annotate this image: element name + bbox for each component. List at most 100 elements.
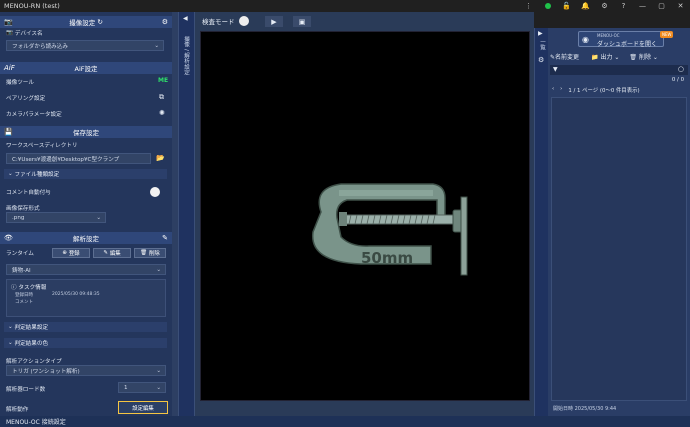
prev-page-icon[interactable]: ‹ [552, 86, 554, 94]
gear-icon[interactable]: ⚙ [538, 56, 544, 64]
save-icon: 💾 [4, 128, 13, 136]
settings-edit-button[interactable]: 設定編集 [118, 401, 168, 414]
dashboard-button[interactable]: ◉ MENOU-OC ダッシュボードを開く [578, 31, 664, 48]
image-format-select[interactable]: .png ⌄ [6, 212, 106, 223]
save-section-header: 💾 保存設定 [0, 126, 172, 138]
menu-icon[interactable]: ⋮ [519, 0, 538, 12]
oc-connection-row[interactable]: MENOU-OC 接続設定 [0, 415, 172, 427]
vertical-tab-label[interactable]: 撮像 / 解析設定 [182, 36, 190, 75]
aif-row-capture-tool[interactable]: 撮像ツール [6, 78, 34, 86]
filter-icon[interactable]: ▼ [553, 66, 558, 73]
chevron-down-icon: ⌄ [154, 42, 159, 49]
image-format-label: 画像保存形式 [6, 206, 40, 212]
mode-label: 検査モード [202, 18, 235, 26]
rename-button[interactable]: ✎名前変更 [550, 52, 579, 61]
capture-section-header: 📷 撮像設定 ↻ ⚙ [0, 16, 172, 28]
filter-bar[interactable]: ▼ ○ [550, 65, 688, 75]
workspace-field[interactable]: C:¥Users¥渡邊創¥Desktop¥C型クランプ [6, 153, 151, 164]
search-icon[interactable]: ○ [678, 65, 684, 73]
next-page-icon[interactable]: › [560, 86, 562, 94]
folder-icon: 📁 [591, 54, 599, 61]
maximize-icon[interactable]: ▢ [652, 0, 671, 12]
device-select[interactable]: フォルダから読み込み ⌄ [6, 40, 164, 51]
chevron-down-icon: ⌄ [156, 367, 161, 374]
refresh-icon[interactable]: ↻ [97, 18, 102, 26]
result-list[interactable] [551, 97, 687, 401]
minimize-icon[interactable]: — [633, 0, 652, 12]
trash-icon: 🗑 [140, 250, 148, 256]
pencil-icon: ✎ [103, 250, 108, 256]
title-bar: MENOU-RN (test) ⋮ 🔓 🔔 ⚙ ? — ▢ ✕ [0, 0, 690, 12]
runtime-label: ランタイム [6, 251, 34, 257]
start-date: 開始日時 2025/05/30 9:44 [553, 406, 617, 412]
me-badge: ME [158, 77, 169, 84]
new-badge: NEW [660, 31, 674, 38]
eye-icon: ◉ [582, 35, 589, 44]
edit-icon[interactable]: ✎ [162, 234, 168, 242]
loader-count-label: 解析器ロード数 [6, 387, 46, 393]
bell-icon[interactable]: 🔔 [576, 0, 595, 12]
clamp-size-text: 50mm [361, 249, 413, 267]
model-select[interactable]: 鋳物-AI ⌄ [6, 264, 166, 275]
left-collapse-strip[interactable]: ◀ 撮像 / 解析設定 [178, 12, 195, 416]
device-label-row: 📷 デバイス名 [6, 30, 43, 37]
pager: ‹ › 1 / 1 ページ (0〜0 件目表示) [552, 86, 640, 94]
loader-count-select[interactable]: 1 ⌄ [118, 382, 166, 393]
comment-auto-toggle[interactable] [150, 187, 160, 197]
collapse-left-icon[interactable]: ◀ [183, 15, 188, 22]
chevron-down-icon: ⌄ [8, 171, 13, 177]
chevron-down-icon: ⌄ [96, 214, 101, 221]
item-count: 0 / 0 [671, 77, 684, 83]
result-color-subheader[interactable]: ⌄ 判定結果の色 [4, 338, 167, 348]
app-title: MENOU-RN (test) [4, 2, 60, 10]
result-settings-subheader[interactable]: ⌄ 判定結果設定 [4, 322, 167, 332]
lock-icon[interactable]: 🔓 [557, 0, 576, 12]
image-canvas[interactable]: 50mm [200, 31, 530, 401]
gear-icon[interactable]: ⚙ [162, 18, 168, 26]
output-button[interactable]: 📁 出力 ⌄ [591, 52, 619, 61]
right-panel: ◉ MENOU-OC ダッシュボードを開く NEW ✎名前変更 📁 出力 ⌄ 🗑… [548, 28, 690, 416]
video-icon[interactable]: ▶ [265, 16, 283, 27]
chevron-down-icon: ⌄ [8, 340, 13, 346]
chevron-down-icon: ⌄ [156, 384, 161, 391]
viewer-toolbar: 検査モード ▶ ▣ [195, 12, 534, 30]
title-bar-icons: ⋮ 🔓 🔔 ⚙ ? — ▢ ✕ [519, 0, 690, 12]
info-icon: ⓘ [11, 285, 17, 291]
camera-params-icon[interactable]: ✺ [159, 109, 165, 117]
collapse-right-icon[interactable]: ▶ [538, 30, 543, 37]
delete-button[interactable]: 🗑 削除 [134, 248, 166, 258]
comment-auto-label: コメント自動付与 [6, 190, 51, 196]
trash-icon: 🗑 [629, 54, 638, 61]
eye-icon: 👁 [4, 234, 13, 242]
workspace-label: ワークスペースディレクトリ [6, 143, 78, 149]
camera-small-icon: 📷 [6, 30, 13, 36]
file-type-subheader[interactable]: ⌄ ファイル種類設定 [4, 169, 167, 179]
action-type-select[interactable]: トリガ (ワンショット解析) ⌄ [6, 365, 166, 376]
chevron-down-icon: ⌄ [156, 266, 161, 273]
right-collapse-strip[interactable]: ▶ 一覧 ⚙ [534, 28, 548, 416]
analysis-section-header: 👁 解析設定 ✎ [0, 232, 172, 244]
left-panel: 📷 撮像設定 ↻ ⚙ 📷 デバイス名 フォルダから読み込み ⌄ AiF AiF設… [0, 12, 172, 426]
chevron-down-icon: ⌄ [8, 324, 13, 330]
delete-button[interactable]: 🗑 削除 ⌄ [629, 52, 658, 61]
folder-icon[interactable]: 📂 [156, 154, 165, 162]
mode-toggle[interactable] [238, 16, 249, 26]
run-label: 解析動作 [6, 407, 29, 413]
status-icon [538, 0, 557, 12]
task-info-box: ⓘ タスク情報 登録日時 2025/05/30 09:48:35 コメント [6, 279, 166, 317]
camera-icon: 📷 [4, 18, 13, 26]
close-icon[interactable]: ✕ [671, 0, 690, 12]
register-button[interactable]: ⊕ 登録 [52, 248, 90, 258]
aif-row-camera-params[interactable]: カメラパラメータ設定 [6, 110, 62, 118]
plus-icon: ⊕ [62, 250, 67, 256]
aif-row-pairing[interactable]: ペアリング設定 [6, 94, 45, 102]
task-info-title: ⓘ タスク情報 [11, 285, 47, 291]
right-toolbar: ✎名前変更 📁 出力 ⌄ 🗑 削除 ⌄ [550, 50, 688, 63]
help-icon[interactable]: ? [614, 0, 633, 12]
settings-icon[interactable]: ⚙ [595, 0, 614, 12]
edit-button[interactable]: ✎ 編集 [93, 248, 131, 258]
aif-section-header: AiF AiF設定 [0, 62, 172, 74]
image-icon[interactable]: ▣ [293, 16, 311, 27]
clamp-image: 50mm [312, 183, 468, 276]
pairing-icon[interactable]: ⧉ [159, 93, 164, 102]
